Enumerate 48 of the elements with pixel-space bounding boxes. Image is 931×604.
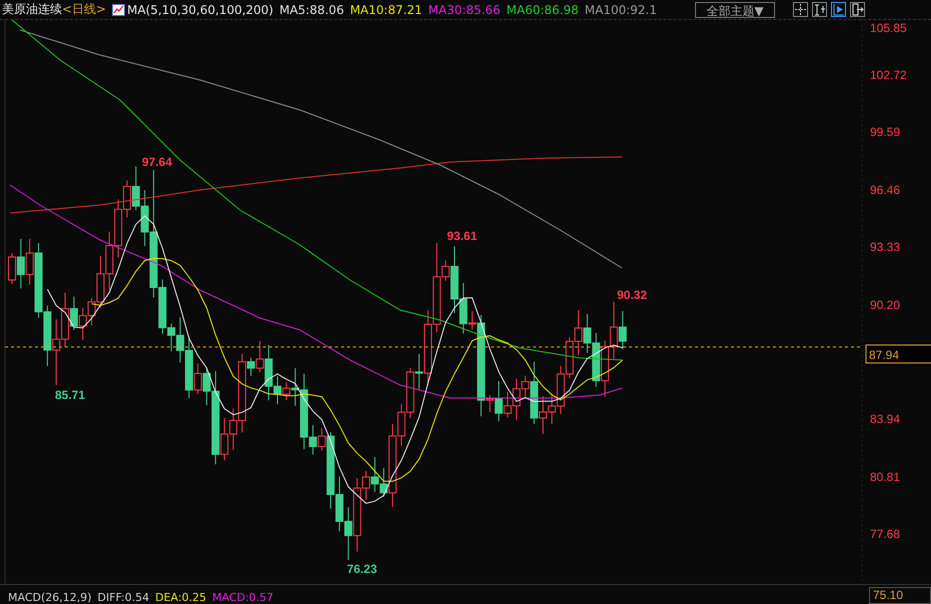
candlestick (105, 231, 114, 290)
price-annotation: 97.64 (142, 155, 172, 169)
grid-button[interactable] (793, 2, 808, 17)
candlestick (406, 368, 414, 419)
macd-label: MACD(26,12,9) (8, 591, 92, 604)
candlestick (574, 310, 582, 356)
ma-value: MA30:85.66 (428, 2, 500, 16)
macd-label: MACD:0.57 (212, 591, 274, 604)
period-label[interactable]: <日线> (62, 1, 106, 18)
ma-value: MA5:88.06 (279, 2, 344, 16)
candlestick (344, 506, 352, 560)
candlestick (583, 314, 592, 354)
macd-label: DIFF:0.54 (98, 591, 150, 604)
axis-label: 77.68 (870, 527, 900, 541)
macd-label: DEA:0.25 (155, 591, 206, 604)
bottom-price-tag: 75.10 (869, 587, 931, 604)
indicator-label: MA(5,10,30,60,100,200) (127, 2, 274, 16)
axis-label: 96.46 (870, 183, 900, 197)
current-price-tag: 87.94 (866, 344, 931, 364)
axis-label: 99.59 (870, 125, 900, 139)
candlestick (566, 336, 574, 378)
candlestick (370, 456, 379, 492)
axis-label: 80.81 (870, 470, 900, 484)
axis-label: 105.85 (870, 21, 907, 35)
candlestick (78, 307, 87, 341)
ma-value: MA10:87.21 (350, 2, 422, 16)
price-annotation: 76.23 (347, 562, 378, 576)
theme-dropdown[interactable]: 全部主题▼ (695, 2, 775, 18)
axis-label: 93.33 (870, 240, 900, 254)
price-annotation: 93.61 (447, 229, 478, 243)
ma-value: MA100:92.1 (584, 2, 657, 16)
price-annotation: 85.71 (55, 388, 86, 402)
candlestick (132, 166, 140, 211)
exit-button[interactable] (850, 2, 865, 17)
axis-label: 90.20 (870, 298, 900, 312)
play-button[interactable] (831, 2, 846, 17)
candlestick (43, 305, 52, 367)
range-button[interactable] (812, 2, 827, 17)
ma-value: MA60:86.98 (506, 2, 579, 16)
candlestick (600, 340, 609, 398)
candlestick (592, 332, 600, 388)
axis-label: 102.72 (870, 68, 907, 82)
candlestick (335, 476, 344, 532)
axis-label: 83.94 (870, 412, 900, 426)
instrument-name: 美原油连续 (2, 1, 62, 18)
candlestick (52, 318, 60, 386)
chart-icon[interactable] (112, 4, 126, 16)
price-annotation: 90.32 (617, 288, 648, 302)
